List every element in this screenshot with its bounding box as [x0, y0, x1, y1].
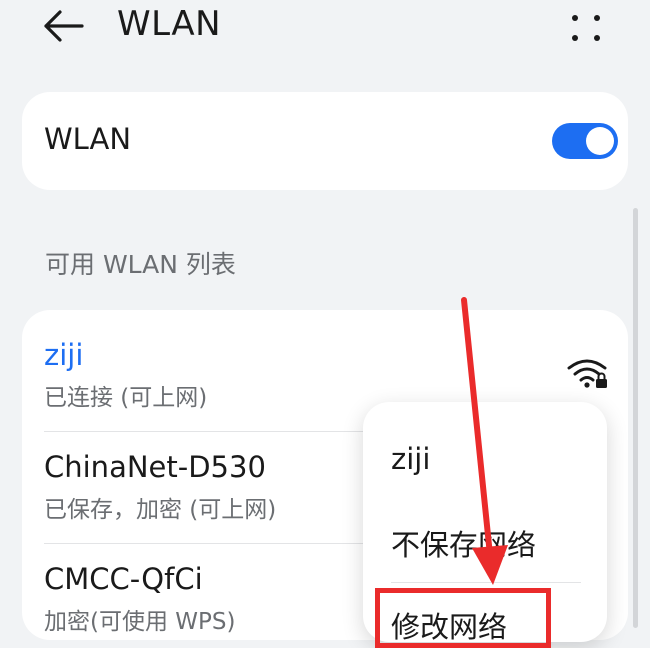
- network-item-ziji[interactable]: ziji 已连接 (可上网): [44, 338, 207, 412]
- network-name: CMCC-QfCi: [44, 562, 203, 596]
- network-name: ziji: [44, 338, 84, 372]
- network-status: 已连接 (可上网): [44, 385, 208, 411]
- back-button[interactable]: [40, 4, 88, 48]
- more-vertical-icon: [572, 15, 600, 41]
- network-status: 加密(可使用 WPS): [44, 609, 236, 635]
- section-title: 可用 WLAN 列表: [45, 250, 236, 279]
- wifi-locked-icon: [567, 359, 607, 388]
- highlight-box: [375, 588, 551, 648]
- network-item-chinanet[interactable]: ChinaNet-D530 已保存，加密 (可上网): [44, 450, 276, 524]
- toggle-knob: [586, 127, 614, 155]
- context-menu-title: ziji: [391, 442, 431, 476]
- network-status: 已保存，加密 (可上网): [44, 497, 277, 523]
- network-item-cmcc[interactable]: CMCC-QfCi 加密(可使用 WPS): [44, 562, 235, 636]
- wlan-toggle-card: WLAN: [22, 92, 628, 190]
- wlan-toggle-switch[interactable]: [552, 123, 618, 159]
- scrollbar[interactable]: [633, 208, 638, 628]
- page-title: WLAN: [117, 4, 222, 44]
- network-name: ChinaNet-D530: [44, 450, 266, 484]
- wlan-toggle-label: WLAN: [44, 122, 132, 156]
- more-button[interactable]: [566, 8, 606, 48]
- menu-divider: [391, 582, 581, 583]
- menu-item-forget-network[interactable]: 不保存网络: [391, 522, 536, 564]
- arrow-left-icon: [44, 10, 84, 42]
- app-header: WLAN: [0, 0, 650, 60]
